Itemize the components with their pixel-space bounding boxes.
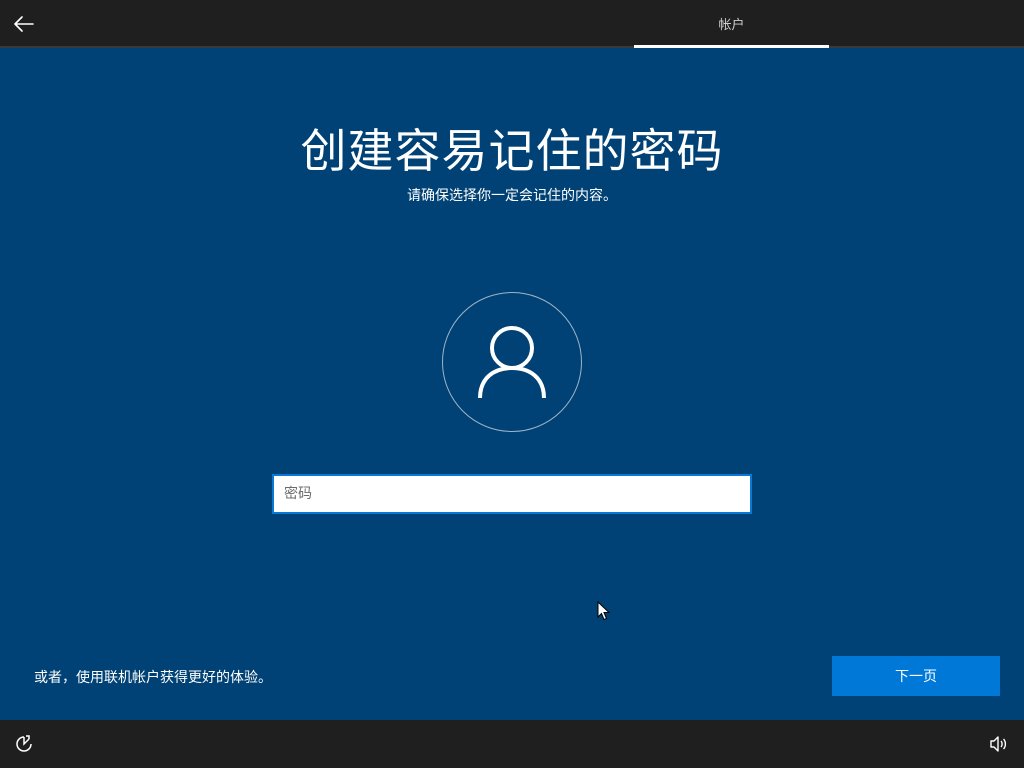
- page-subtitle: 请确保选择你一定会记住的内容。: [407, 188, 617, 204]
- mouse-cursor-icon: [597, 601, 611, 621]
- tab-active-indicator: [634, 45, 829, 48]
- top-bar: 帐户: [0, 0, 1024, 48]
- bottom-bar: [0, 720, 1024, 768]
- password-input[interactable]: [272, 474, 752, 514]
- back-button[interactable]: [8, 8, 40, 40]
- ease-of-access-icon[interactable]: [14, 734, 34, 754]
- online-account-link[interactable]: 或者，使用联机帐户获得更好的体验。: [34, 667, 272, 687]
- arrow-left-icon: [14, 16, 34, 32]
- user-icon: [478, 326, 546, 399]
- oobe-page: 帐户 创建容易记住的密码 请确保选择你一定会记住的内容。 或者，使用联机帐户获得…: [0, 0, 1024, 768]
- avatar: [442, 292, 582, 432]
- page-title: 创建容易记住的密码: [300, 124, 724, 178]
- next-button[interactable]: 下一页: [832, 656, 1000, 696]
- volume-icon[interactable]: [988, 734, 1008, 754]
- tab-account[interactable]: 帐户: [634, 0, 829, 46]
